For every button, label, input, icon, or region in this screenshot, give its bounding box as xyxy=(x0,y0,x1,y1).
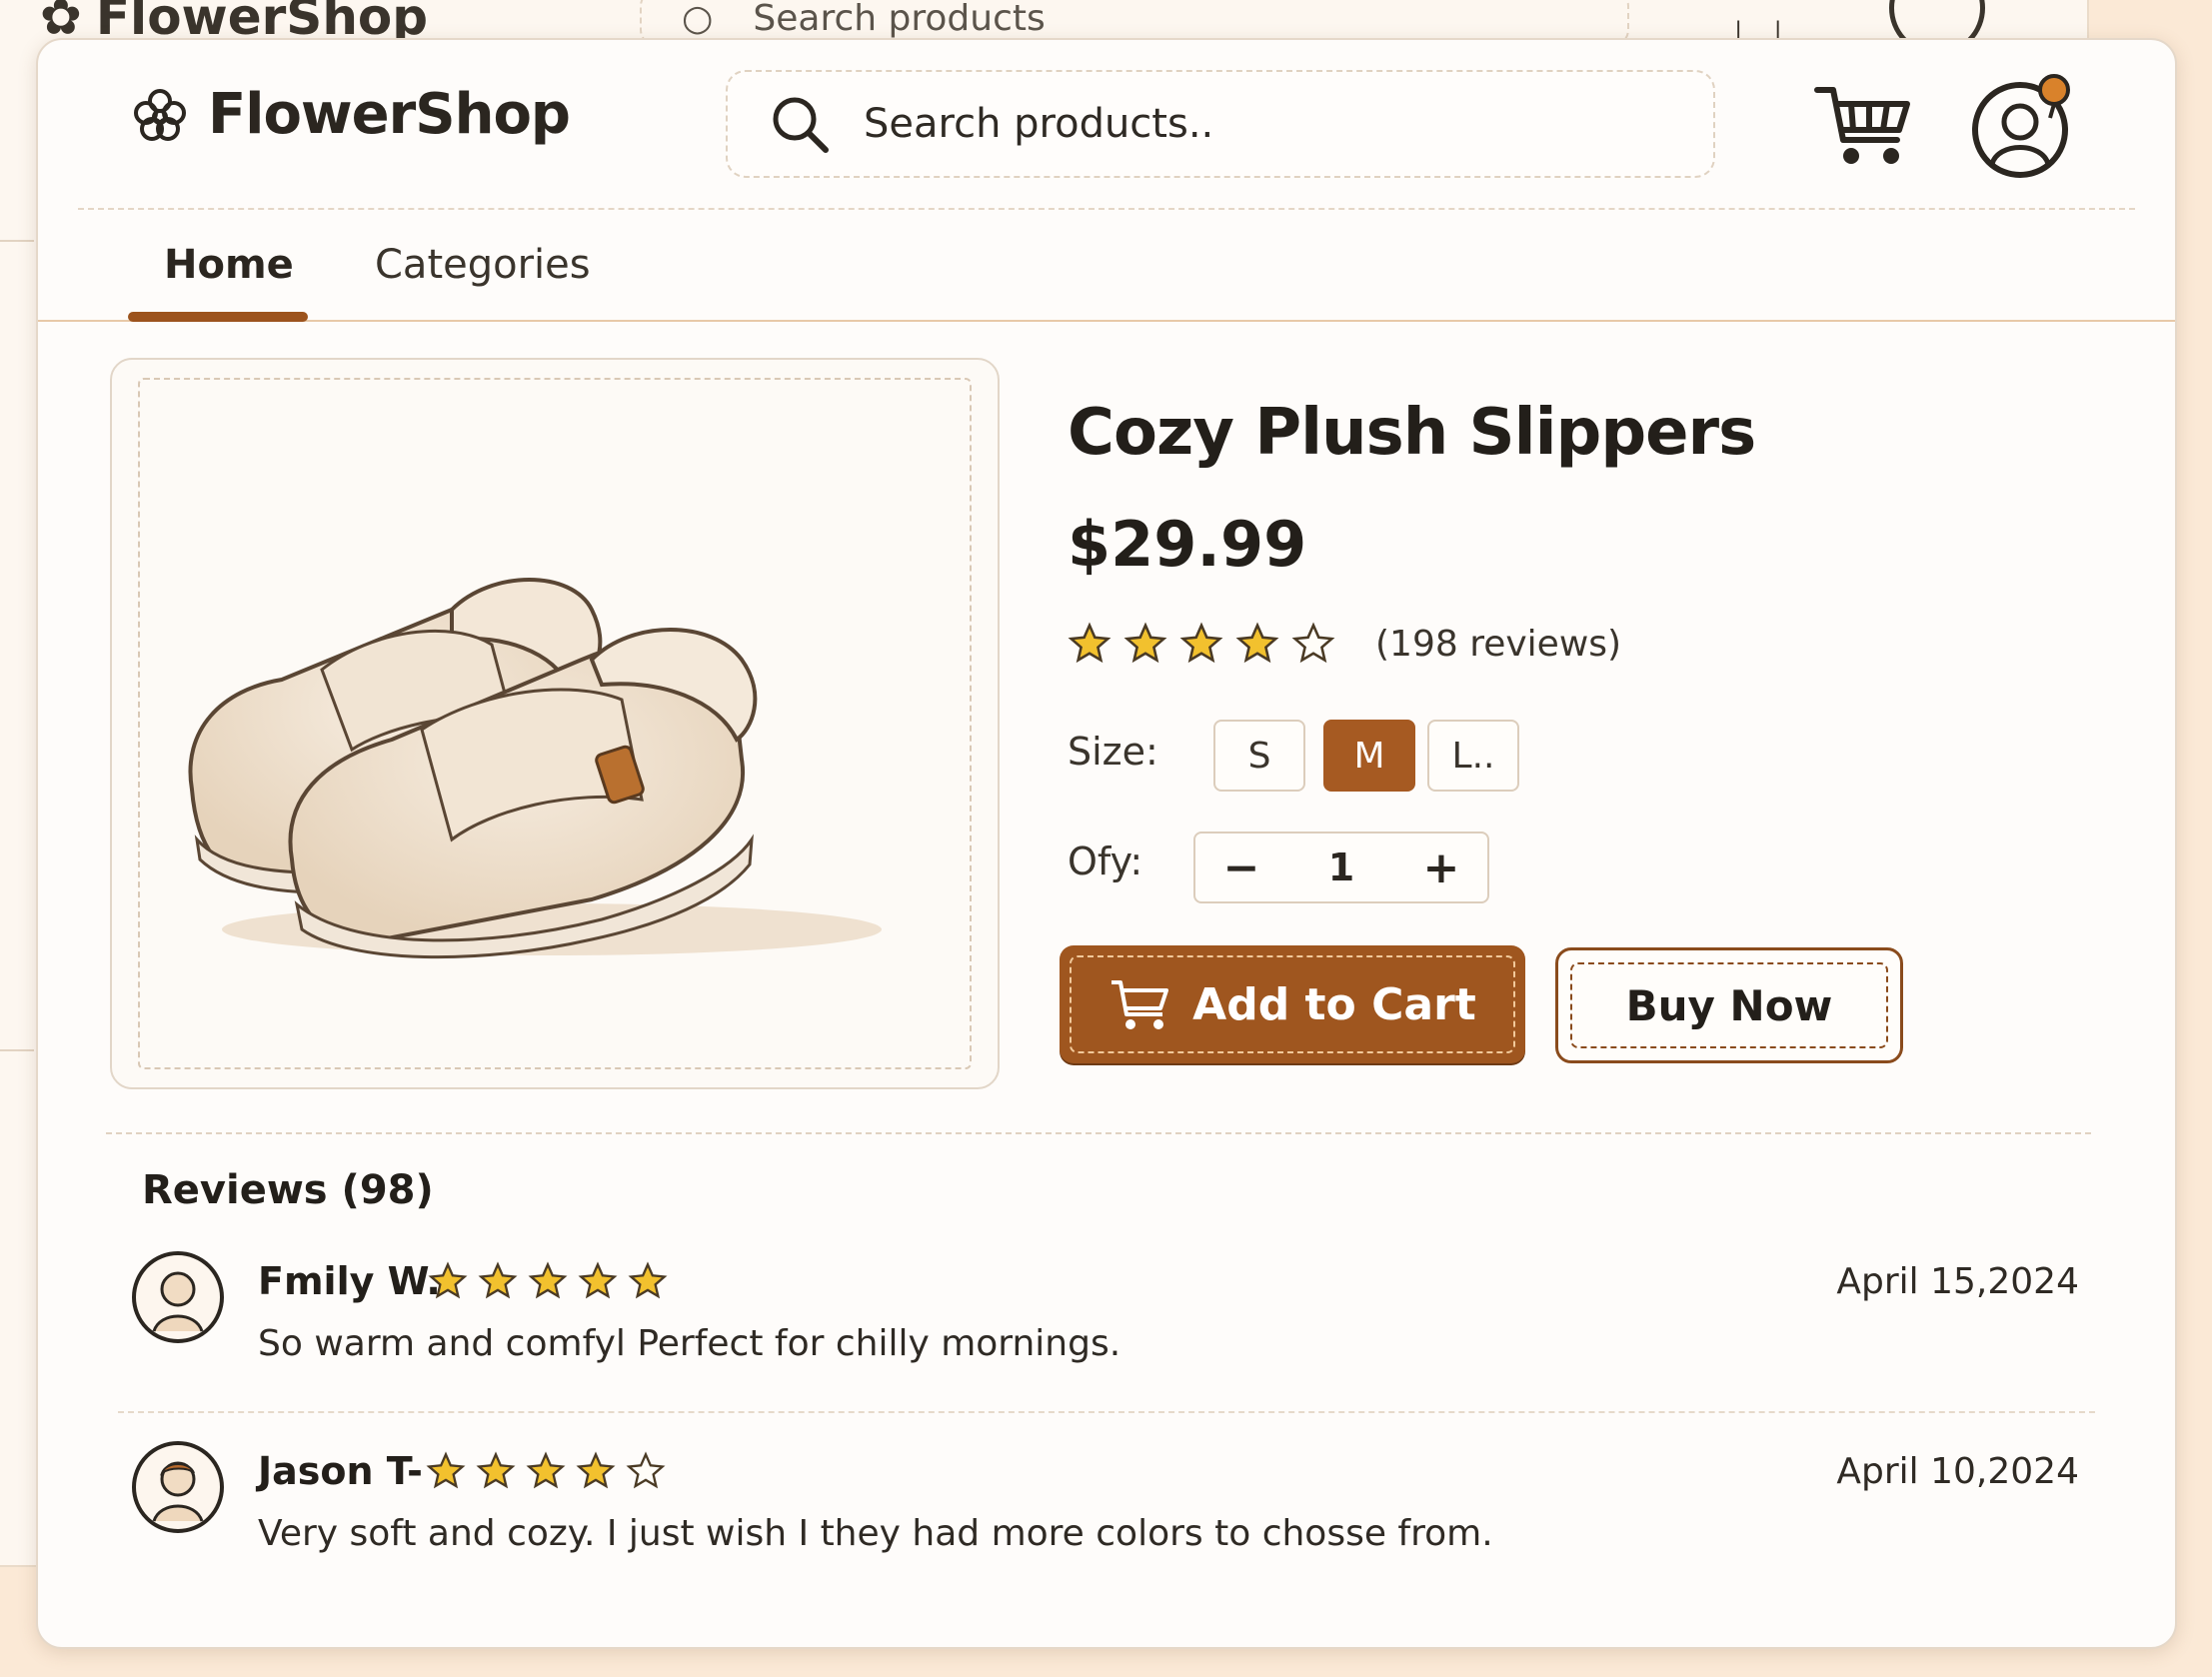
review-text: Very soft and cozy. I just wish I they h… xyxy=(258,1513,1493,1554)
review-rating xyxy=(428,1261,668,1301)
cart-icon[interactable] xyxy=(1813,82,1913,172)
search-icon xyxy=(773,97,829,153)
review-text: So warm and comfyl Perfect for chilly mo… xyxy=(258,1323,1121,1364)
reviews-count-link[interactable]: (198 reviews) xyxy=(1375,624,1621,665)
product-rating: (198 reviews) xyxy=(1068,622,1621,666)
star-filled-icon xyxy=(526,1451,566,1489)
star-filled-icon xyxy=(428,1261,468,1299)
buy-now-button[interactable]: Buy Now xyxy=(1555,947,1903,1063)
header: FlowerShop xyxy=(38,40,2175,210)
cart-icon xyxy=(1111,980,1169,1029)
ghost-search-icon: ○ xyxy=(682,0,714,39)
size-label: Size: xyxy=(1068,730,1158,774)
section-divider xyxy=(106,1132,2091,1134)
star-filled-icon xyxy=(1123,622,1167,664)
ghost-divider xyxy=(0,240,34,242)
tab-home[interactable]: Home xyxy=(164,242,294,288)
add-to-cart-inner: Add to Cart xyxy=(1070,955,1515,1053)
reviewer-name: Fmily W. xyxy=(258,1259,441,1303)
quantity-value[interactable]: 1 xyxy=(1328,845,1354,889)
reviewer-avatar-icon xyxy=(132,1441,224,1533)
review-item: Jason T- April 10,2024 Very soft and coz… xyxy=(130,1439,2079,1579)
star-filled-icon xyxy=(476,1451,516,1489)
logo[interactable]: FlowerShop xyxy=(128,82,571,147)
product-price: $29.99 xyxy=(1068,508,1307,581)
search-input[interactable] xyxy=(864,101,1623,147)
product-image-frame xyxy=(110,358,1000,1089)
star-filled-icon xyxy=(1235,622,1279,664)
quantity-stepper: − 1 + xyxy=(1193,832,1489,903)
buy-now-label: Buy Now xyxy=(1570,962,1888,1048)
nav-tabs: Home Categories xyxy=(38,210,2175,322)
flower-icon xyxy=(134,88,186,141)
star-filled-icon xyxy=(1179,622,1223,664)
star-filled-icon xyxy=(478,1261,518,1299)
star-filled-icon xyxy=(628,1261,668,1299)
review-rating xyxy=(426,1451,666,1491)
review-date: April 10,2024 xyxy=(1836,1451,2079,1492)
review-date: April 15,2024 xyxy=(1836,1261,2079,1302)
quantity-increase-button[interactable]: + xyxy=(1421,842,1461,893)
review-divider xyxy=(118,1411,2095,1413)
reviewer-name: Jason T- xyxy=(258,1449,423,1493)
size-option-s[interactable]: S xyxy=(1213,720,1305,792)
star-filled-icon xyxy=(426,1451,466,1489)
shop-window: FlowerShop Search products.. Home Catego… xyxy=(36,38,2177,1649)
logo-text: FlowerShop xyxy=(208,82,571,147)
review-item: Fmily W. April 15,2024 So warm and comfy… xyxy=(130,1249,2079,1389)
size-option-l[interactable]: L.. xyxy=(1427,720,1519,792)
star-empty-icon xyxy=(626,1451,666,1489)
product-title: Cozy Plush Slippers xyxy=(1068,396,1756,470)
tab-categories[interactable]: Categories xyxy=(375,242,591,288)
reviewer-avatar-icon xyxy=(132,1251,224,1343)
star-filled-icon xyxy=(578,1261,618,1299)
star-filled-icon xyxy=(528,1261,568,1299)
quantity-label: Ofy: xyxy=(1068,839,1143,883)
product-image xyxy=(188,578,882,959)
active-tab-indicator xyxy=(128,312,308,322)
size-option-m[interactable]: M xyxy=(1323,720,1415,792)
add-to-cart-label: Add to Cart xyxy=(1192,978,1476,1030)
star-empty-icon xyxy=(1291,622,1335,664)
star-filled-icon xyxy=(576,1451,616,1489)
star-filled-icon xyxy=(1068,622,1111,664)
search-bar[interactable] xyxy=(726,70,1715,178)
quantity-decrease-button[interactable]: − xyxy=(1221,842,1261,893)
ghost-search-text: Search products xyxy=(753,0,1046,39)
user-avatar-icon[interactable] xyxy=(1970,72,2080,182)
add-to-cart-button[interactable]: Add to Cart xyxy=(1060,945,1525,1063)
reviews-title: Reviews (98) xyxy=(142,1167,434,1213)
ghost-divider xyxy=(0,1049,34,1051)
